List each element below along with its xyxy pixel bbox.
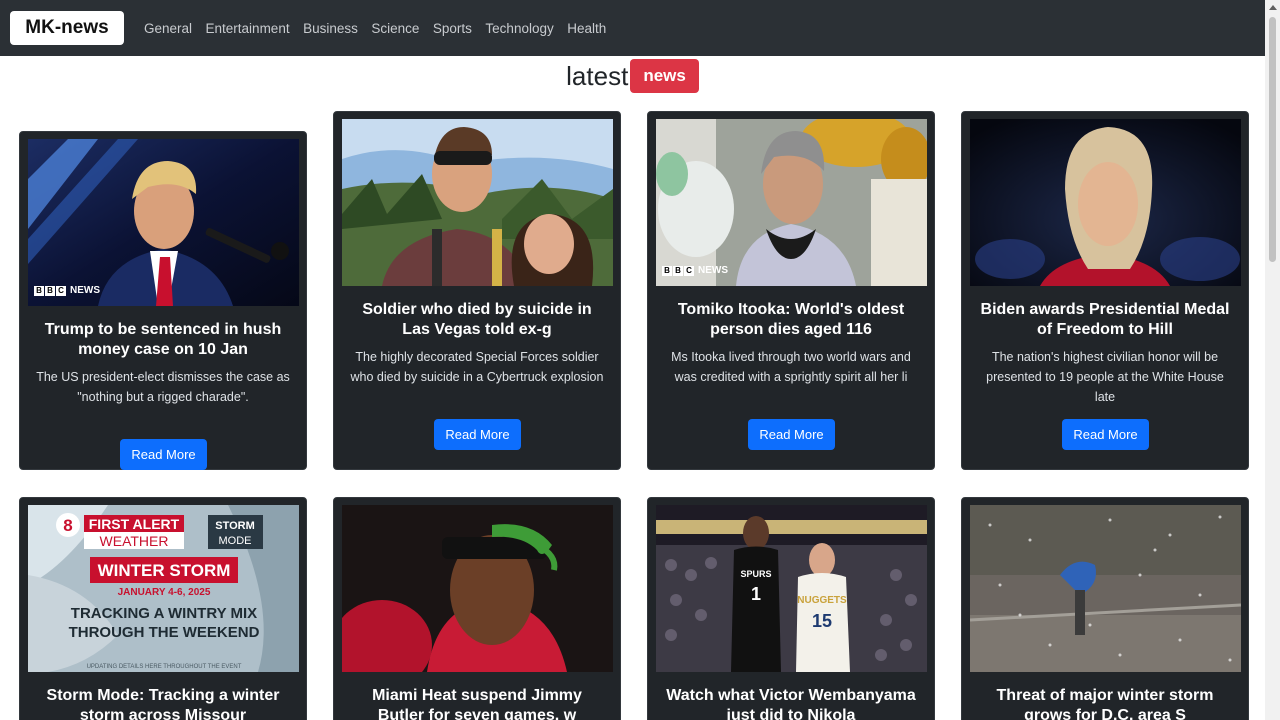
news-card-title: Biden awards Presidential Medal of Freed…: [980, 301, 1230, 338]
read-more-button[interactable]: Read More: [748, 419, 835, 450]
news-card: B B C NEWS Tomiko Itooka: World's oldest…: [647, 111, 935, 470]
news-card-description: Ms Itooka lived through two world wars a…: [671, 350, 911, 384]
news-card: Miami Heat suspend Jimmy Butler for seve…: [333, 497, 621, 720]
news-card-image[interactable]: 8 FIRST ALERT WEATHER STORM MODE WINTER …: [28, 505, 299, 672]
news-card-image[interactable]: [970, 119, 1241, 286]
jersey-right-team: NUGGETS: [797, 595, 847, 606]
news-badge: news: [630, 59, 699, 93]
storm-logo-bottom: WEATHER: [100, 533, 169, 549]
scroll-up-arrow-icon[interactable]: [1265, 0, 1280, 15]
news-card-title: Storm Mode: Tracking a winter storm acro…: [46, 687, 280, 720]
news-card: B B C NEWS Trump to be sentenced in hush…: [19, 131, 307, 470]
news-card-image[interactable]: B B C NEWS: [656, 119, 927, 286]
bbc-news-watermark: B B C NEWS: [662, 265, 728, 276]
brand-logo[interactable]: MK-news: [10, 11, 124, 45]
jersey-left-number: 1: [751, 584, 761, 604]
nav-link-health[interactable]: Health: [567, 21, 606, 36]
read-more-button[interactable]: Read More: [120, 439, 207, 470]
storm-banner: WINTER STORM: [98, 561, 231, 580]
news-card-title: Soldier who died by suicide in Las Vegas…: [362, 301, 592, 338]
news-card-description: The highly decorated Special Forces sold…: [350, 350, 604, 384]
news-card-image[interactable]: [342, 119, 613, 286]
news-card-title: Tomiko Itooka: World's oldest person die…: [677, 301, 905, 338]
nav-link-sports[interactable]: Sports: [433, 21, 472, 36]
page-scrollbar[interactable]: [1265, 0, 1280, 720]
svg-text:8: 8: [63, 516, 72, 535]
storm-line2: THROUGH THE WEEKEND: [69, 624, 260, 641]
page-heading: latest news: [0, 56, 1265, 96]
nav-link-technology[interactable]: Technology: [485, 21, 553, 36]
nav-link-science[interactable]: Science: [371, 21, 419, 36]
nav-link-general[interactable]: General: [144, 21, 192, 36]
news-card-image[interactable]: SPURS 1 NUGGETS 15: [656, 505, 927, 672]
storm-dates: JANUARY 4-6, 2025: [118, 587, 211, 598]
storm-mode-bottom: MODE: [219, 535, 252, 547]
storm-logo-top: FIRST ALERT: [89, 516, 180, 532]
read-more-button[interactable]: Read More: [1062, 419, 1149, 450]
news-card-title: Watch what Victor Wembanyama just did to…: [666, 687, 916, 720]
jersey-left-team: SPURS: [740, 569, 771, 579]
jersey-right-number: 15: [812, 611, 832, 631]
news-card-title: Threat of major winter storm grows for D…: [996, 687, 1214, 720]
news-card-image[interactable]: [342, 505, 613, 672]
news-card-title: Miami Heat suspend Jimmy Butler for seve…: [372, 687, 582, 720]
category-nav: General Entertainment Business Science S…: [144, 21, 620, 36]
bbc-news-watermark: B B C NEWS: [34, 285, 100, 296]
top-navbar: MK-news General Entertainment Business S…: [0, 0, 1280, 56]
news-card: Threat of major winter storm grows for D…: [961, 497, 1249, 720]
news-card-image[interactable]: [970, 505, 1241, 672]
news-card-title: Trump to be sentenced in hush money case…: [44, 321, 282, 358]
news-card: Biden awards Presidential Medal of Freed…: [961, 111, 1249, 470]
news-card-description: The nation's highest civilian honor will…: [986, 350, 1224, 404]
read-more-button[interactable]: Read More: [434, 419, 521, 450]
news-card-description: The US president-elect dismisses the cas…: [36, 370, 290, 404]
storm-mode-top: STORM: [215, 520, 255, 532]
nav-link-entertainment[interactable]: Entertainment: [206, 21, 290, 36]
news-card-image[interactable]: B B C NEWS: [28, 139, 299, 306]
scrollbar-thumb[interactable]: [1269, 17, 1276, 262]
news-card: Soldier who died by suicide in Las Vegas…: [333, 111, 621, 470]
news-card: 8 FIRST ALERT WEATHER STORM MODE WINTER …: [19, 497, 307, 720]
heading-text: latest: [566, 60, 629, 91]
nav-link-business[interactable]: Business: [303, 21, 358, 36]
storm-line1: TRACKING A WINTRY MIX: [71, 605, 257, 622]
news-card: SPURS 1 NUGGETS 15 Watch what Victor Wem…: [647, 497, 935, 720]
storm-footer: UPDATING DETAILS HERE THROUGHOUT THE EVE…: [87, 664, 242, 670]
